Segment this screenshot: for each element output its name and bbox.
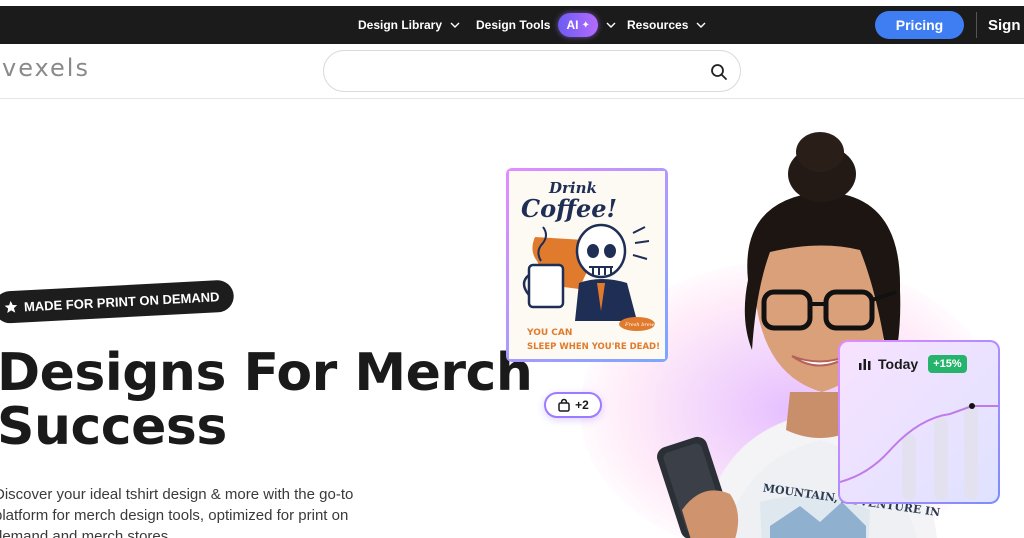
search-bar xyxy=(323,50,741,92)
shopping-bag-icon xyxy=(558,398,570,412)
star-icon xyxy=(4,300,18,314)
nav-design-tools-label: Design Tools xyxy=(476,18,551,32)
nav-resources[interactable]: Resources xyxy=(627,6,706,44)
today-stats-card: Today +15% xyxy=(838,340,1000,504)
pricing-button[interactable]: Pricing xyxy=(875,11,964,39)
headline-line-2: Success xyxy=(0,397,227,457)
ai-badge-label: AI xyxy=(566,18,579,32)
stat-change-badge: +15% xyxy=(928,355,967,373)
print-on-demand-badge: MADE FOR PRINT ON DEMAND xyxy=(0,279,235,324)
nav-resources-label: Resources xyxy=(627,18,689,32)
nav-design-tools[interactable]: Design Tools AI ✦ xyxy=(476,6,616,44)
ai-badge: AI ✦ xyxy=(558,13,598,37)
chevron-down-icon xyxy=(606,22,616,28)
stat-card-header: Today +15% xyxy=(858,355,967,373)
nav-design-library-label: Design Library xyxy=(358,18,443,32)
sparkle-icon: ✦ xyxy=(581,19,590,31)
bar-chart-icon xyxy=(859,359,871,370)
sign-in-link[interactable]: Sign u xyxy=(988,6,1024,44)
vexels-logo[interactable]: vexels xyxy=(2,54,90,82)
search-icon[interactable] xyxy=(710,63,728,81)
site-header: vexels xyxy=(0,44,1024,99)
badge-label: MADE FOR PRINT ON DEMAND xyxy=(23,288,220,314)
coffee-tagline-1: YOU CAN xyxy=(526,328,572,338)
hero-description: Discover your ideal tshirt design & more… xyxy=(0,486,354,538)
nav-design-library[interactable]: Design Library xyxy=(358,6,460,44)
hero-illustration: Drink Coffee! Fresh brewed YOU CAN SLEEP… xyxy=(490,120,1024,538)
chevron-down-icon xyxy=(696,22,706,28)
cart-count-pill: +2 xyxy=(544,392,602,418)
nav-divider xyxy=(976,12,977,38)
stat-card-title: Today xyxy=(878,356,919,372)
trend-chart xyxy=(840,403,998,500)
headline-line-1: Designs For Merch xyxy=(0,343,533,403)
top-navbar: Design Library Design Tools AI ✦ Resource… xyxy=(0,6,1024,44)
cart-count: +2 xyxy=(575,398,589,412)
hero-headline: Designs For Merch Success xyxy=(0,343,533,457)
chevron-down-icon xyxy=(450,22,460,28)
search-input[interactable] xyxy=(340,59,700,83)
